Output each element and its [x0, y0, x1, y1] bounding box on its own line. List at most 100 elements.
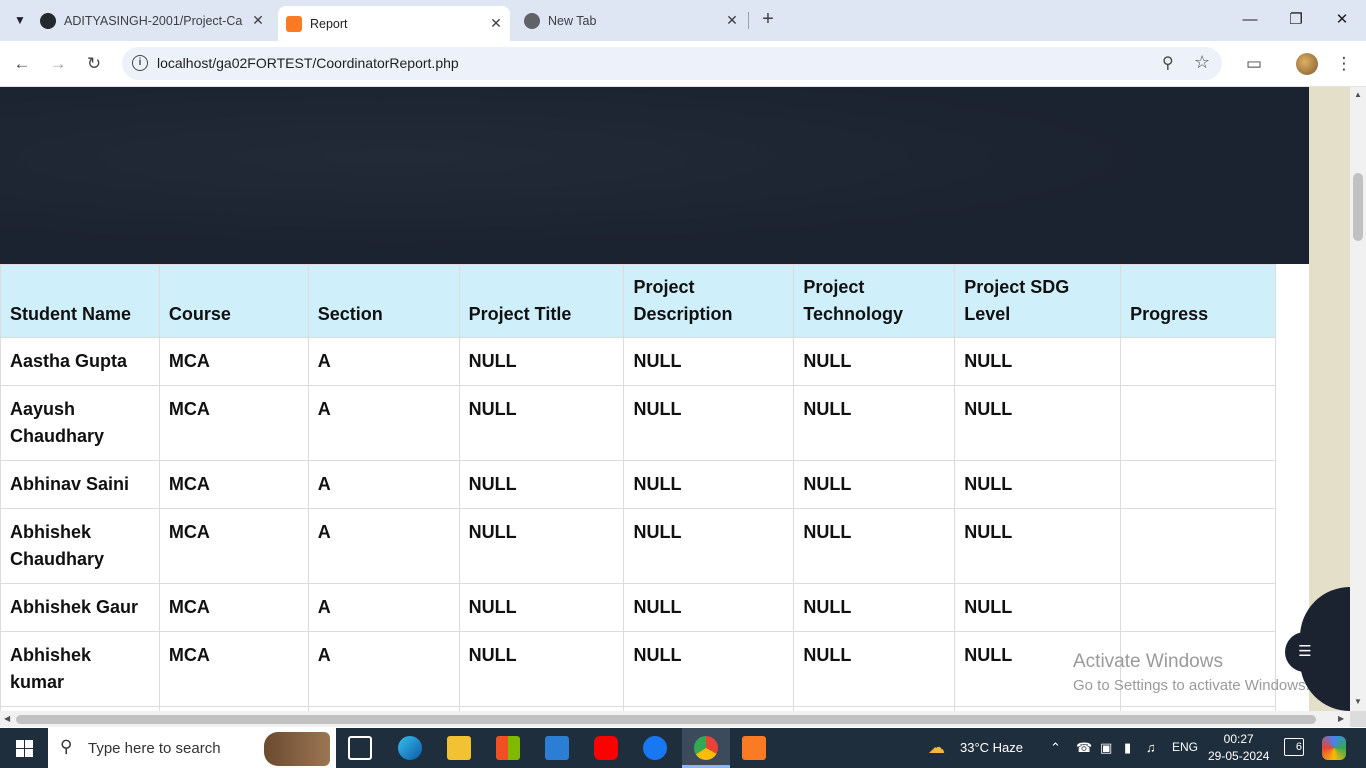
- battery-icon[interactable]: ▮: [1124, 740, 1131, 756]
- chrome-taskbar-active[interactable]: [682, 728, 730, 768]
- mail-icon[interactable]: [545, 736, 569, 760]
- tab-github[interactable]: ADITYASINGH-2001/Project-Ca ✕: [40, 6, 272, 35]
- profile-avatar[interactable]: [1294, 51, 1320, 77]
- xampp-icon: [286, 15, 302, 32]
- table-cell: NULL: [793, 631, 956, 707]
- windows-logo-icon: [15, 739, 33, 757]
- back-button[interactable]: ←: [9, 51, 35, 77]
- start-button[interactable]: [0, 728, 48, 768]
- vertical-scrollbar[interactable]: ▲ ▼: [1350, 87, 1366, 711]
- table-cell: NULL: [793, 337, 956, 386]
- horizontal-scrollbar[interactable]: ◀ ▶: [0, 711, 1350, 727]
- watermark-title: Activate Windows: [1073, 651, 1223, 672]
- table-cell: NULL: [458, 385, 625, 461]
- horizontal-scroll-thumb[interactable]: [16, 715, 1316, 724]
- xampp-icon[interactable]: [742, 736, 766, 760]
- table-cell: NULL: [954, 385, 1122, 461]
- search-icon: ⚲: [60, 737, 73, 756]
- new-tab-button[interactable]: +: [756, 8, 780, 32]
- task-view-icon[interactable]: [348, 736, 372, 760]
- url-text[interactable]: localhost/ga02FORTEST/CoordinatorReport.…: [157, 55, 459, 71]
- table-cell: MCA: [158, 583, 309, 632]
- table-cell: NULL: [623, 460, 795, 509]
- close-icon[interactable]: ✕: [488, 15, 504, 32]
- tab-new-tab[interactable]: New Tab ✕: [524, 6, 746, 35]
- tab-strip: ▼ ADITYASINGH-2001/Project-Ca ✕ Report ✕…: [0, 0, 1366, 41]
- scroll-right-arrow-icon[interactable]: ▶: [1338, 714, 1344, 723]
- search-placeholder[interactable]: Type here to search: [88, 740, 221, 757]
- page-viewport: Student Name Course Section Project Titl…: [0, 87, 1350, 711]
- table-cell: Abhishek Gaur: [0, 583, 160, 632]
- zoom-icon[interactable]: ⚲: [1162, 53, 1174, 73]
- table-row: Abhishek Gaur MCA A NULL NULL NULL NULL: [0, 583, 1276, 632]
- volume-icon[interactable]: ♫: [1146, 740, 1156, 755]
- show-hidden-icons[interactable]: ⌃: [1050, 740, 1061, 756]
- scroll-down-arrow-icon[interactable]: ▼: [1353, 697, 1363, 706]
- clock-time: 00:27: [1223, 732, 1254, 746]
- facebook-icon[interactable]: [643, 736, 667, 760]
- report-table: Student Name Course Section Project Titl…: [0, 264, 1276, 711]
- table-cell: NULL: [954, 508, 1122, 584]
- table-cell: MCA: [158, 508, 309, 584]
- close-icon[interactable]: ✕: [724, 12, 740, 29]
- table-cell: NULL: [793, 508, 956, 584]
- tab-title: Report: [310, 16, 348, 31]
- tab-separator: [748, 12, 749, 29]
- close-icon[interactable]: ✕: [250, 12, 266, 29]
- camera-icon[interactable]: ▣: [1100, 740, 1112, 756]
- tab-report[interactable]: Report ✕: [278, 6, 510, 41]
- site-info-icon[interactable]: i: [132, 55, 148, 71]
- vertical-scroll-thumb[interactable]: [1353, 173, 1363, 241]
- scroll-left-arrow-icon[interactable]: ◀: [4, 714, 10, 723]
- tab-title: New Tab: [548, 13, 597, 28]
- table-row: Abhinav Saini MCA A NULL NULL NULL NULL: [0, 460, 1276, 509]
- extensions-icon[interactable]: ▭: [1241, 51, 1267, 77]
- table-cell: Abhishek kumar: [0, 631, 160, 707]
- bookmark-star-icon[interactable]: ☆: [1194, 52, 1210, 73]
- table-cell: Abhishek Chaudhary: [0, 508, 160, 584]
- chrome-icon: [694, 736, 718, 760]
- weather-text[interactable]: 33°C Haze: [960, 740, 1023, 755]
- windows-taskbar: ⚲ Type here to search ☁ 33°C Haze ⌃ ☎ ▣ …: [0, 728, 1366, 768]
- weather-icon[interactable]: ☁: [928, 738, 945, 758]
- edge-icon[interactable]: [398, 736, 422, 760]
- clock[interactable]: 00:27 29-05-2024: [1208, 731, 1269, 765]
- menu-kebab-icon[interactable]: ⋮: [1331, 51, 1357, 77]
- close-window-button[interactable]: ✕: [1330, 8, 1354, 32]
- restore-button[interactable]: ❐: [1284, 8, 1308, 32]
- scrollbar-corner: [1350, 711, 1366, 727]
- youtube-icon[interactable]: [594, 736, 618, 760]
- table-header-row: Student Name Course Section Project Titl…: [0, 264, 1276, 338]
- notification-center-icon[interactable]: 6: [1284, 738, 1304, 756]
- table-cell: NULL: [954, 460, 1122, 509]
- language-indicator[interactable]: ENG: [1172, 740, 1198, 754]
- table-cell: [1120, 460, 1276, 509]
- table-cell: [1120, 385, 1276, 461]
- copilot-icon[interactable]: [1322, 736, 1346, 760]
- table-cell: NULL: [793, 460, 956, 509]
- table-cell: [1120, 337, 1276, 386]
- table-cell: NULL: [954, 337, 1122, 386]
- minimize-button[interactable]: —: [1238, 8, 1262, 32]
- table-cell: Aastha Gupta: [0, 337, 160, 386]
- table-cell: NULL: [623, 583, 795, 632]
- table-cell: A: [307, 385, 460, 461]
- forward-button[interactable]: →: [45, 51, 71, 77]
- table-cell: NULL: [458, 337, 625, 386]
- table-cell: MCA: [158, 337, 309, 386]
- address-bar[interactable]: i localhost/ga02FORTEST/CoordinatorRepor…: [122, 47, 1222, 80]
- meet-now-icon[interactable]: ☎: [1076, 740, 1092, 756]
- file-explorer-icon[interactable]: [447, 736, 471, 760]
- table-cell: Aayush Chaudhary: [0, 385, 160, 461]
- taskbar-search-box[interactable]: ⚲ Type here to search: [48, 728, 336, 768]
- microsoft-store-icon[interactable]: [496, 736, 520, 760]
- chrome-icon: [524, 12, 540, 29]
- column-header: Project Title: [458, 264, 625, 338]
- reload-button[interactable]: ↻: [81, 51, 107, 77]
- scroll-up-arrow-icon[interactable]: ▲: [1353, 90, 1363, 99]
- column-header: Progress: [1120, 264, 1276, 338]
- tab-search-icon[interactable]: ▼: [8, 8, 32, 32]
- table-row: Abhishek Chaudhary MCA A NULL NULL NULL NULL: [0, 508, 1276, 584]
- table-cell: A: [307, 583, 460, 632]
- table-cell: A: [307, 337, 460, 386]
